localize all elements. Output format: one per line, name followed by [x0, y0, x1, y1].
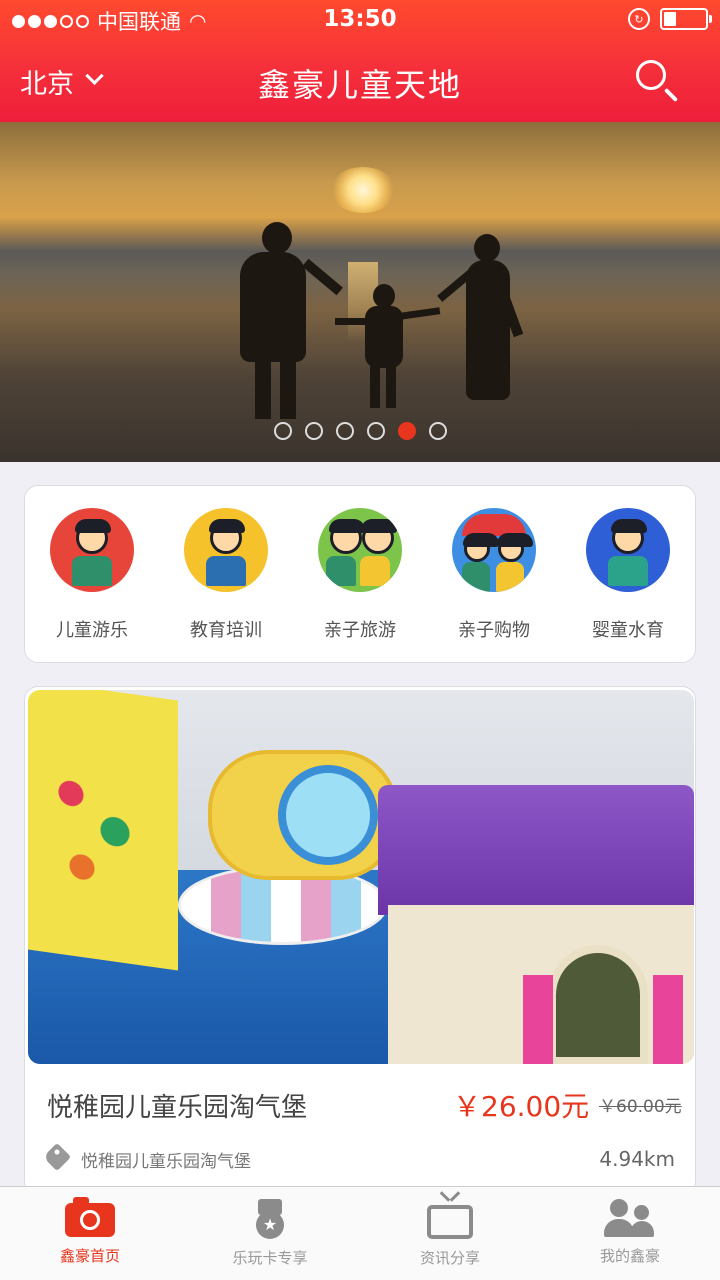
battery-icon — [660, 8, 712, 30]
banner-pager — [274, 422, 447, 440]
status-time: 13:50 — [323, 6, 397, 32]
tab-label: 鑫豪首页 — [59, 1247, 120, 1265]
tv-icon — [427, 1205, 473, 1239]
product-original-price: ￥60.00元 — [599, 1097, 682, 1117]
page-title: 鑫豪儿童天地 — [257, 66, 462, 104]
category-baby-swim[interactable]: 婴童水育 — [561, 486, 695, 662]
silhouette-father-head — [262, 222, 292, 254]
category-education[interactable]: 教育培训 — [159, 486, 293, 662]
category-label: 亲子旅游 — [324, 620, 396, 641]
medal-icon — [253, 1199, 287, 1239]
shop-name: 悦稚园儿童乐园淘气堡 — [81, 1152, 251, 1172]
pager-dot-active[interactable] — [398, 422, 416, 440]
kids-play-icon — [50, 508, 134, 592]
silhouette-mother-head — [474, 234, 500, 262]
product-photo — [28, 690, 694, 1064]
product-price: ￥26.00元 — [453, 1090, 590, 1123]
pager-dot[interactable] — [274, 422, 292, 440]
pager-dot[interactable] — [429, 422, 447, 440]
pager-dot[interactable] — [336, 422, 354, 440]
rotation-lock-icon: ↻ — [628, 8, 650, 30]
category-grid: 儿童游乐 教育培训 亲子旅游 亲子购物 婴童水育 — [24, 485, 696, 663]
tab-play-card[interactable]: 乐玩卡专享 — [180, 1187, 360, 1280]
nav-bar: 北京 鑫豪儿童天地 — [0, 40, 720, 122]
status-bar: 中国联通 ◠ 13:50 ↻ — [0, 0, 720, 40]
tab-news[interactable]: 资讯分享 — [360, 1187, 540, 1280]
product-name: 悦稚园儿童乐园淘气堡 — [47, 1093, 308, 1123]
tab-label: 我的鑫豪 — [599, 1247, 660, 1265]
category-family-travel[interactable]: 亲子旅游 — [293, 486, 427, 662]
banner-sun — [330, 167, 396, 213]
silhouette-father-body — [240, 252, 306, 362]
product-card[interactable]: 悦稚园儿童乐园淘气堡 ￥26.00元 ￥60.00元 悦稚园儿童乐园淘气堡 4.… — [24, 686, 696, 1196]
category-label: 教育培训 — [190, 620, 262, 641]
silhouette-child-body — [365, 306, 403, 368]
category-label: 婴童水育 — [592, 620, 664, 641]
pager-dot[interactable] — [305, 422, 323, 440]
search-icon[interactable] — [636, 60, 666, 90]
tag-icon — [42, 1142, 72, 1172]
tab-label: 乐玩卡专享 — [232, 1249, 308, 1267]
silhouette-mother-body — [466, 260, 510, 400]
banner-carousel[interactable] — [0, 122, 720, 462]
silhouette-child-head — [373, 284, 395, 308]
distance-label: 4.94km — [599, 1147, 675, 1171]
category-kids-play[interactable]: 儿童游乐 — [25, 486, 159, 662]
header: 中国联通 ◠ 13:50 ↻ 北京 鑫豪儿童天地 — [0, 0, 720, 122]
pager-dot[interactable] — [367, 422, 385, 440]
baby-swim-icon — [586, 508, 670, 592]
camera-icon — [65, 1197, 115, 1237]
family-shopping-icon — [452, 508, 536, 592]
tab-bar: 鑫豪首页 乐玩卡专享 资讯分享 我的鑫豪 — [0, 1186, 720, 1280]
category-family-shopping[interactable]: 亲子购物 — [427, 486, 561, 662]
category-label: 儿童游乐 — [56, 620, 128, 641]
tab-mine[interactable]: 我的鑫豪 — [540, 1187, 720, 1280]
family-travel-icon — [318, 508, 402, 592]
education-icon — [184, 508, 268, 592]
tab-label: 资讯分享 — [419, 1249, 480, 1267]
category-label: 亲子购物 — [458, 620, 530, 641]
tab-home[interactable]: 鑫豪首页 — [0, 1187, 180, 1280]
users-icon — [604, 1199, 656, 1237]
